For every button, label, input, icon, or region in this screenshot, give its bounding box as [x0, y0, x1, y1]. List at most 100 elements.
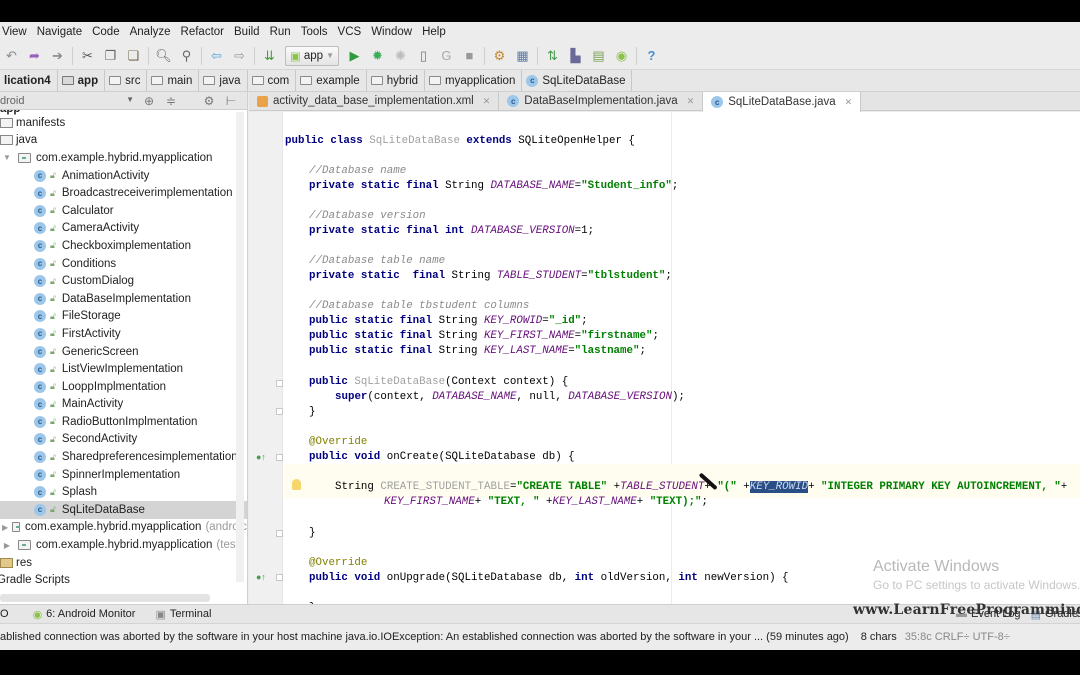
- menu-code[interactable]: Code: [92, 26, 120, 38]
- fold-marker[interactable]: [276, 574, 283, 581]
- chevron-down-icon[interactable]: ▼: [2, 153, 12, 162]
- tree-item[interactable]: ▶ com.example.hybrid.myapplication (test): [0, 536, 247, 554]
- tree-item[interactable]: java: [0, 132, 247, 150]
- override-marker-icon[interactable]: ●↑: [256, 572, 266, 582]
- menu-view[interactable]: View: [2, 26, 27, 38]
- tree-item[interactable]: c 🔓︎ GenericScreen: [0, 343, 247, 361]
- menu-help[interactable]: Help: [422, 26, 446, 38]
- tree-item[interactable]: Gradle Scripts: [0, 571, 247, 586]
- tree-item[interactable]: c 🔓︎ LooppImplmentation: [0, 378, 247, 396]
- chevron-right-icon[interactable]: ▶: [2, 523, 8, 532]
- tree-item[interactable]: c 🔓︎ AnimationActivity: [0, 167, 247, 185]
- tool-window-android-monitor[interactable]: ◉ 6: Android Monitor: [33, 608, 136, 621]
- avd-manager-icon[interactable]: ▙: [564, 45, 587, 67]
- menu-run[interactable]: Run: [270, 26, 291, 38]
- close-icon[interactable]: ✕: [687, 96, 695, 107]
- fold-marker[interactable]: [276, 380, 283, 387]
- breadcrumb-item[interactable]: hybrid: [367, 70, 426, 91]
- tree-item[interactable]: c 🔓︎ Conditions: [0, 255, 247, 273]
- scroll-from-source-icon[interactable]: ⊕: [138, 94, 160, 108]
- forward-edit-icon[interactable]: ➔: [46, 45, 69, 67]
- run-icon[interactable]: ▶: [343, 45, 366, 67]
- menu-window[interactable]: Window: [371, 26, 412, 38]
- project-tree-scrollbar[interactable]: [236, 112, 244, 582]
- breadcrumb-item[interactable]: com: [248, 70, 297, 91]
- fold-marker[interactable]: [276, 530, 283, 537]
- breadcrumb-item[interactable]: main: [147, 70, 200, 91]
- editor-tab[interactable]: c DataBaseImplementation.java ✕: [499, 92, 704, 110]
- tree-item[interactable]: c 🔓︎ Sharedpreferencesimplementation: [0, 448, 247, 466]
- undo-icon[interactable]: ↶: [0, 45, 23, 67]
- editor-tab[interactable]: c SqLiteDataBase.java ✕: [703, 92, 862, 112]
- tree-item[interactable]: c 🔓︎ RadioButtonImplmentation: [0, 413, 247, 431]
- status-message[interactable]: ablished connection was aborted by the s…: [0, 631, 849, 643]
- hide-panel-icon[interactable]: ⊢: [220, 94, 242, 108]
- tree-item[interactable]: c 🔓︎ Splash: [0, 483, 247, 501]
- menu-analyze[interactable]: Analyze: [130, 26, 171, 38]
- chevron-right-icon[interactable]: ▶: [2, 541, 12, 550]
- paste-icon[interactable]: ❏: [122, 45, 145, 67]
- tree-item[interactable]: c 🔓︎ CameraActivity: [0, 220, 247, 238]
- project-view-select[interactable]: droid ▼: [0, 95, 138, 107]
- tree-item[interactable]: c 🔓︎ ListViewImplementation: [0, 360, 247, 378]
- sdk-manager-icon[interactable]: ▦: [511, 45, 534, 67]
- fold-marker[interactable]: [276, 408, 283, 415]
- menu-vcs[interactable]: VCS: [338, 26, 362, 38]
- tree-item[interactable]: manifests: [0, 114, 247, 132]
- breadcrumb-item[interactable]: app: [58, 70, 106, 91]
- run-config-select[interactable]: ▣ app ▼: [285, 45, 339, 66]
- tree-item[interactable]: ▶ com.example.hybrid.myapplication (androi…: [0, 519, 247, 537]
- close-icon[interactable]: ✕: [483, 96, 491, 107]
- tree-item[interactable]: c 🔓︎ MainActivity: [0, 396, 247, 414]
- sync-gradle-icon[interactable]: ⇅: [541, 45, 564, 67]
- tree-item[interactable]: c 🔓︎ FirstActivity: [0, 325, 247, 343]
- tree-item[interactable]: c 🔓︎ DataBaseImplementation: [0, 290, 247, 308]
- menu-tools[interactable]: Tools: [301, 26, 328, 38]
- tree-item[interactable]: c 🔓︎ Broadcastreceiverimplementation: [0, 184, 247, 202]
- override-marker-icon[interactable]: ●↑: [256, 452, 266, 462]
- apply-changes-icon[interactable]: G: [435, 45, 458, 67]
- tree-item[interactable]: c 🔓︎ Checkboximplementation: [0, 237, 247, 255]
- breadcrumb-item[interactable]: myapplication: [425, 70, 523, 91]
- tree-item[interactable]: c 🔓︎ Calculator: [0, 202, 247, 220]
- android-sdk-icon[interactable]: ◉: [610, 45, 633, 67]
- cursor-position[interactable]: 35:8c CRLF÷ UTF-8÷: [905, 631, 1010, 643]
- collapse-all-icon[interactable]: ≑: [160, 94, 182, 108]
- menu-navigate[interactable]: Navigate: [37, 26, 82, 38]
- tree-item[interactable]: c 🔓︎ CustomDialog: [0, 272, 247, 290]
- copy-icon[interactable]: ❐: [99, 45, 122, 67]
- editor-tab[interactable]: activity_data_base_implementation.xml ✕: [249, 92, 500, 110]
- tree-item[interactable]: ▼ com.example.hybrid.myapplication: [0, 149, 247, 167]
- breadcrumb-item[interactable]: src: [105, 70, 148, 91]
- forward-icon[interactable]: ⇨: [228, 45, 251, 67]
- tree-item[interactable]: c 🔓︎ SqLiteDataBase: [0, 501, 247, 519]
- tool-window-todo[interactable]: O: [0, 608, 9, 620]
- breadcrumb-item[interactable]: lication4: [0, 70, 58, 91]
- breadcrumb-item[interactable]: example: [296, 70, 367, 91]
- project-tree-hscrollbar[interactable]: [0, 594, 210, 602]
- redo-icon[interactable]: ➦: [23, 45, 46, 67]
- cut-icon[interactable]: ✂: [76, 45, 99, 67]
- tree-item[interactable]: res: [0, 554, 247, 572]
- menu-build[interactable]: Build: [234, 26, 260, 38]
- back-icon[interactable]: ⇦: [205, 45, 228, 67]
- code-editor[interactable]: ●↑ ●↑ public class SqLiteDataBase extend…: [249, 112, 1080, 628]
- close-icon[interactable]: ✕: [845, 97, 853, 108]
- device-monitor-icon[interactable]: ▤: [587, 45, 610, 67]
- menu-refactor[interactable]: Refactor: [181, 26, 224, 38]
- device-icon[interactable]: ▯: [412, 45, 435, 67]
- tree-item[interactable]: c 🔓︎ FileStorage: [0, 308, 247, 326]
- code-content[interactable]: public class SqLiteDataBase extends SQLi…: [285, 112, 1067, 628]
- make-project-icon[interactable]: ⇊: [258, 45, 281, 67]
- tree-item[interactable]: c 🔓︎ SecondActivity: [0, 431, 247, 449]
- stop-icon[interactable]: ■: [458, 45, 481, 67]
- tool-window-terminal[interactable]: ▣ Terminal: [155, 608, 211, 621]
- project-structure-icon[interactable]: ⚙: [488, 45, 511, 67]
- breadcrumb-item[interactable]: java: [199, 70, 248, 91]
- fold-marker[interactable]: [276, 454, 283, 461]
- gear-icon[interactable]: ⚙: [198, 94, 220, 108]
- tree-item[interactable]: c 🔓︎ SpinnerImplementation: [0, 466, 247, 484]
- help-icon[interactable]: ?: [640, 45, 663, 67]
- replace-icon[interactable]: ⚲: [175, 45, 198, 67]
- debug-icon[interactable]: ✹: [366, 45, 389, 67]
